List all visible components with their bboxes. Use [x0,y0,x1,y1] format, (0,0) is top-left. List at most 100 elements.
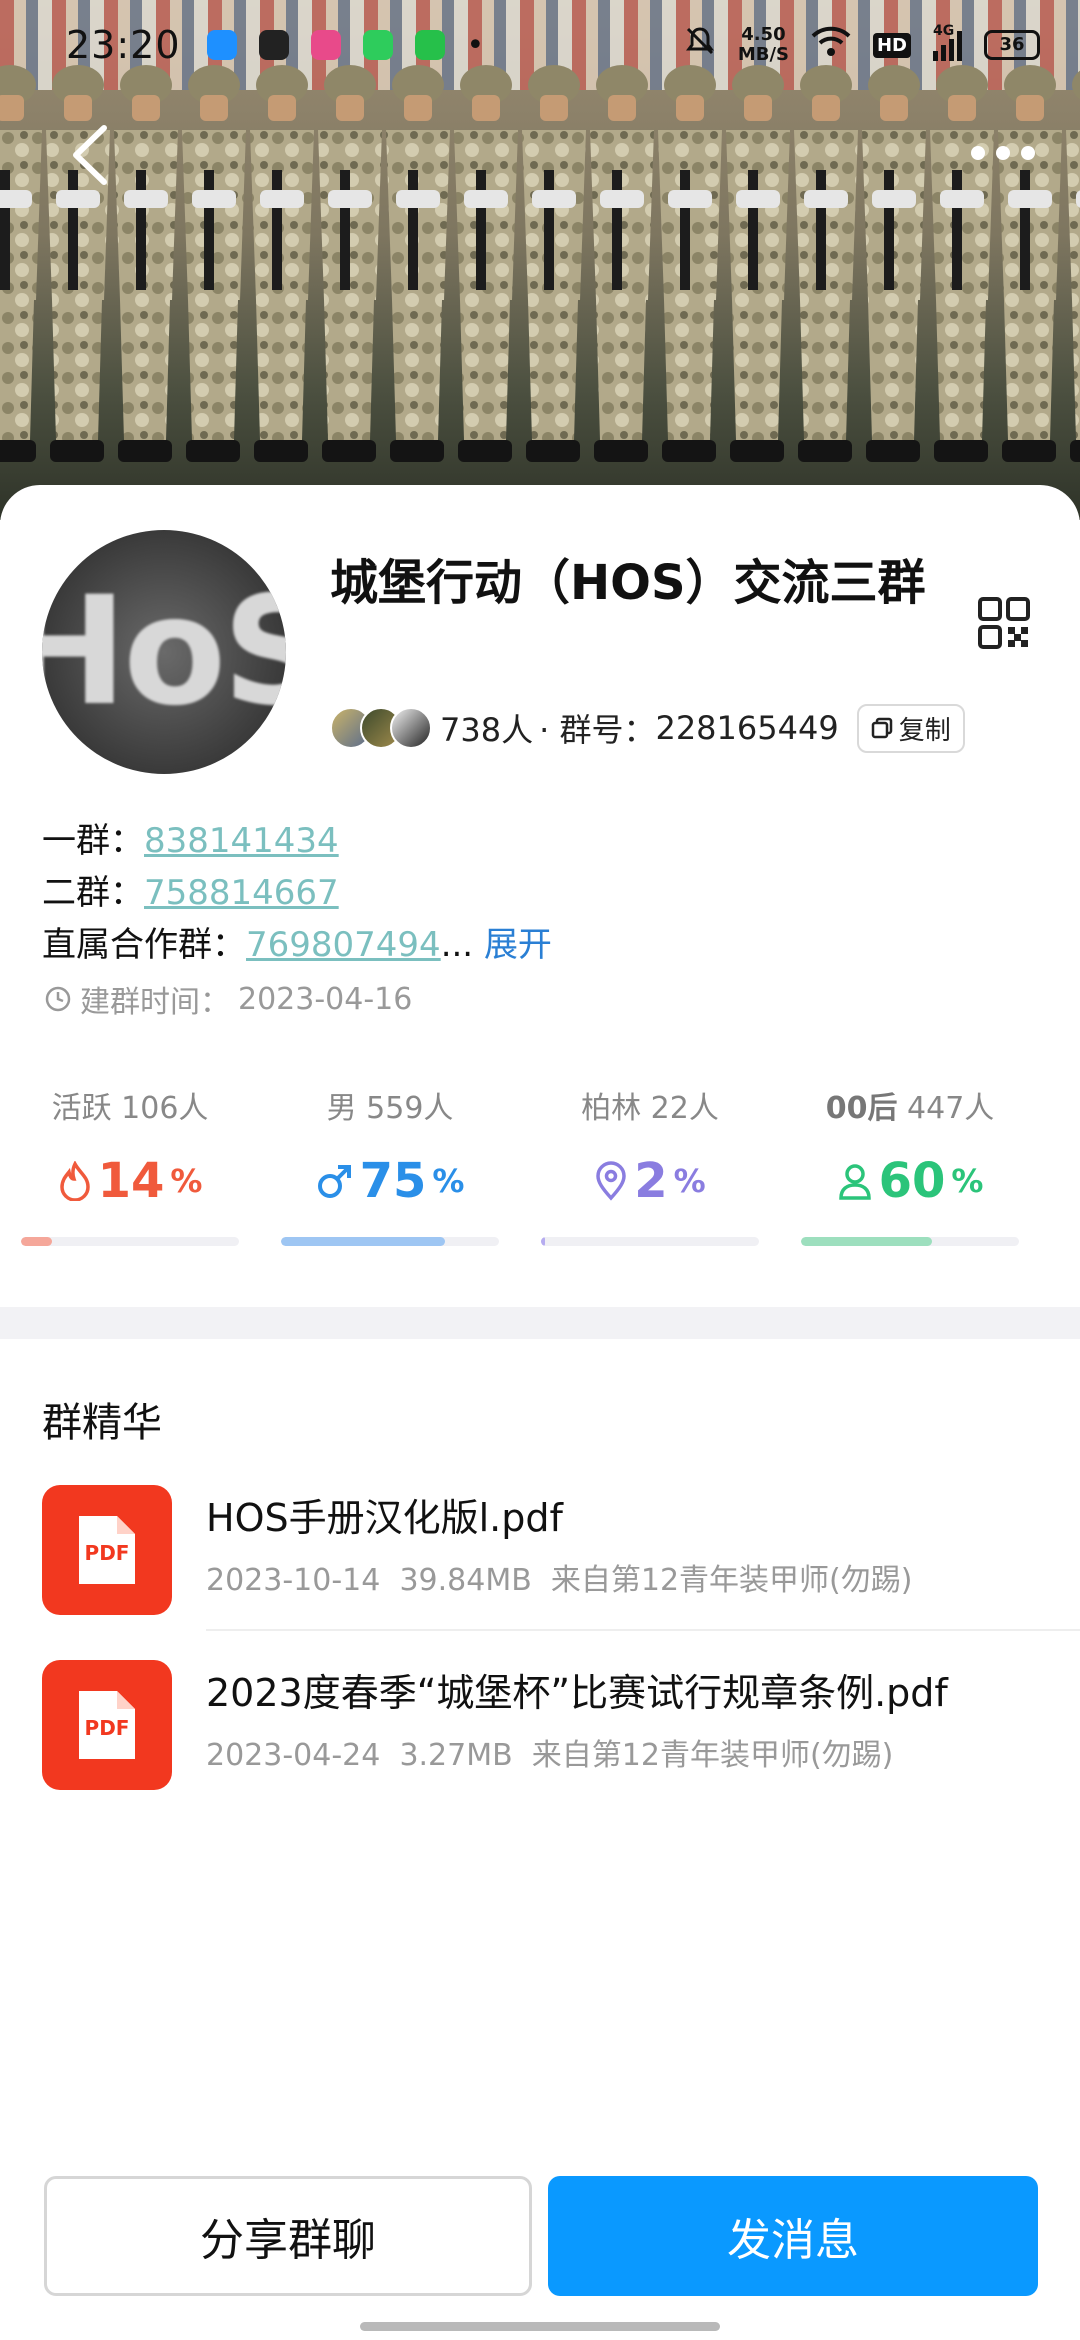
file-name: HOS手册汉化版l.pdf [206,1496,563,1540]
group-name: 城堡行动（HOS）交流三群 [330,555,926,611]
status-time: 23:20 [66,23,181,67]
copy-button[interactable]: 复制 [856,703,965,753]
home-indicator[interactable] [360,2322,720,2331]
male-icon [317,1165,351,1198]
member-count: 738人 [440,711,534,749]
stat-percent: 2% [520,1153,780,1209]
stat-percent: 60% [780,1153,1040,1209]
stat-percent-unit: % [170,1162,203,1200]
related-group-row: 一群：838141434 [42,815,552,867]
created-value: 2023-04-16 [238,981,413,1017]
stat-percent-unit: % [951,1162,984,1200]
stat-bar-fill [801,1237,932,1246]
network-speed-unit: MB/S [737,44,789,65]
stat-percent-value: 2 [634,1153,668,1209]
stat-label-text: 活跃 [51,1091,112,1126]
stat-percent-value: 14 [97,1153,165,1209]
soldier-figure [182,65,246,462]
stat-male: 男 559人 75% [260,1083,520,1246]
copy-label: 复制 [898,715,951,746]
android-icon [414,30,445,60]
copy-icon [871,717,892,739]
battery-icon: 36 [984,30,1040,60]
more-dots-icon [971,146,1035,160]
related-group-row: 直属合作群：769807494... 展开 [42,919,552,971]
file-info: 2023-10-14 39.84MB 来自第12青年装甲师(勿踢) [206,1555,912,1599]
file-item[interactable]: PDF HOS手册汉化版l.pdf 2023-10-14 39.84MB 来自第… [42,1485,1080,1635]
stat-bar-fill [281,1237,445,1246]
section-divider [0,1307,1080,1339]
stat-count: 22人 [650,1091,719,1126]
soldier-figure [250,65,314,462]
stat-percent: 14% [0,1153,260,1209]
file-name: 2023度春季“城堡杯”比赛试行规章条例.pdf [206,1671,948,1715]
soldier-figure [114,65,178,462]
soldier-figure [658,65,722,462]
list-divider [206,1629,1080,1631]
stat-percent-value: 60 [878,1153,946,1209]
send-message-button[interactable]: 发消息 [548,2176,1038,2296]
network-speed: 4.50 MB/S [738,25,789,65]
soldier-figure [318,65,382,462]
member-avatars[interactable] [330,707,432,749]
qr-code-icon [978,597,1030,649]
created-label: 建群时间： [80,985,230,1020]
ellipsis: ... [440,925,474,965]
member-avatar [390,707,432,749]
back-button[interactable] [60,120,120,190]
soldier-figure [862,65,926,462]
related-group-row: 二群：758814667 [42,867,552,919]
stat-label: 柏林 22人 [520,1083,780,1133]
flame-icon [59,1161,90,1201]
related-group-number[interactable]: 838141434 [144,821,339,861]
stat-bar [21,1237,239,1246]
soldier-figure [726,65,790,462]
file-size: 3.27MB [399,1738,513,1773]
network-speed-value: 4.50 [741,24,786,45]
stat-location: 柏林 22人 2% [520,1083,780,1246]
group-profile-card: HoS 城堡行动（HOS）交流三群 738人 · 群号： 228165449 复… [0,485,1080,2340]
soldier-figure [386,65,450,462]
file-date: 2023-10-14 [206,1563,381,1598]
related-group-label: 二群： [42,873,144,913]
soldier-figure [590,65,654,462]
more-options-button[interactable] [958,138,1048,168]
hd-badge: HD [872,32,911,58]
wechat-icon [258,30,289,60]
group-meta: 738人 · 群号： 228165449 复制 [330,703,965,753]
created-date: 建群时间： 2023-04-16 [44,977,412,1021]
soldier-figure [998,65,1062,462]
stat-label-text: 柏林 [581,1091,642,1126]
related-group-number[interactable]: 758814667 [144,873,339,913]
group-id-label: · 群号： [539,711,656,749]
group-avatar[interactable]: HoS [42,530,286,774]
notification-app-icon [310,30,341,60]
stat-bar [281,1237,499,1246]
location-pin-icon [596,1161,627,1201]
file-info: 2023-04-24 3.27MB 来自第12青年装甲师(勿踢) [206,1730,893,1774]
stat-count: 559人 [366,1091,454,1126]
file-date: 2023-04-24 [206,1738,381,1773]
pdf-file-icon: PDF [42,1660,172,1790]
stat-percent-unit: % [673,1162,706,1200]
stat-count: 106人 [121,1091,209,1126]
share-group-button[interactable]: 分享群聊 [44,2176,532,2296]
soldier-figure [454,65,518,462]
soldier-figure [0,65,42,462]
file-size: 39.84MB [399,1563,532,1598]
notification-app-icon [206,30,237,60]
related-group-number[interactable]: 769807494 [246,925,441,965]
stat-percent-unit: % [432,1162,465,1200]
pdf-file-icon-label: PDF [84,1541,130,1565]
expand-link[interactable]: 展开 [484,925,552,965]
file-item[interactable]: PDF 2023度春季“城堡杯”比赛试行规章条例.pdf 2023-04-24 … [42,1660,1080,1810]
stat-percent-value: 75 [359,1153,427,1209]
chevron-left-icon [73,125,107,185]
stat-label: 00后 447人 [780,1083,1040,1133]
stat-active: 活跃 106人 14% [0,1083,260,1246]
qr-code-button[interactable] [978,597,1030,649]
more-notifications-dot: • [466,27,485,63]
group-id: 228165449 [655,709,839,747]
soldier-figure [794,65,858,462]
signal-type: 4G [933,23,955,39]
